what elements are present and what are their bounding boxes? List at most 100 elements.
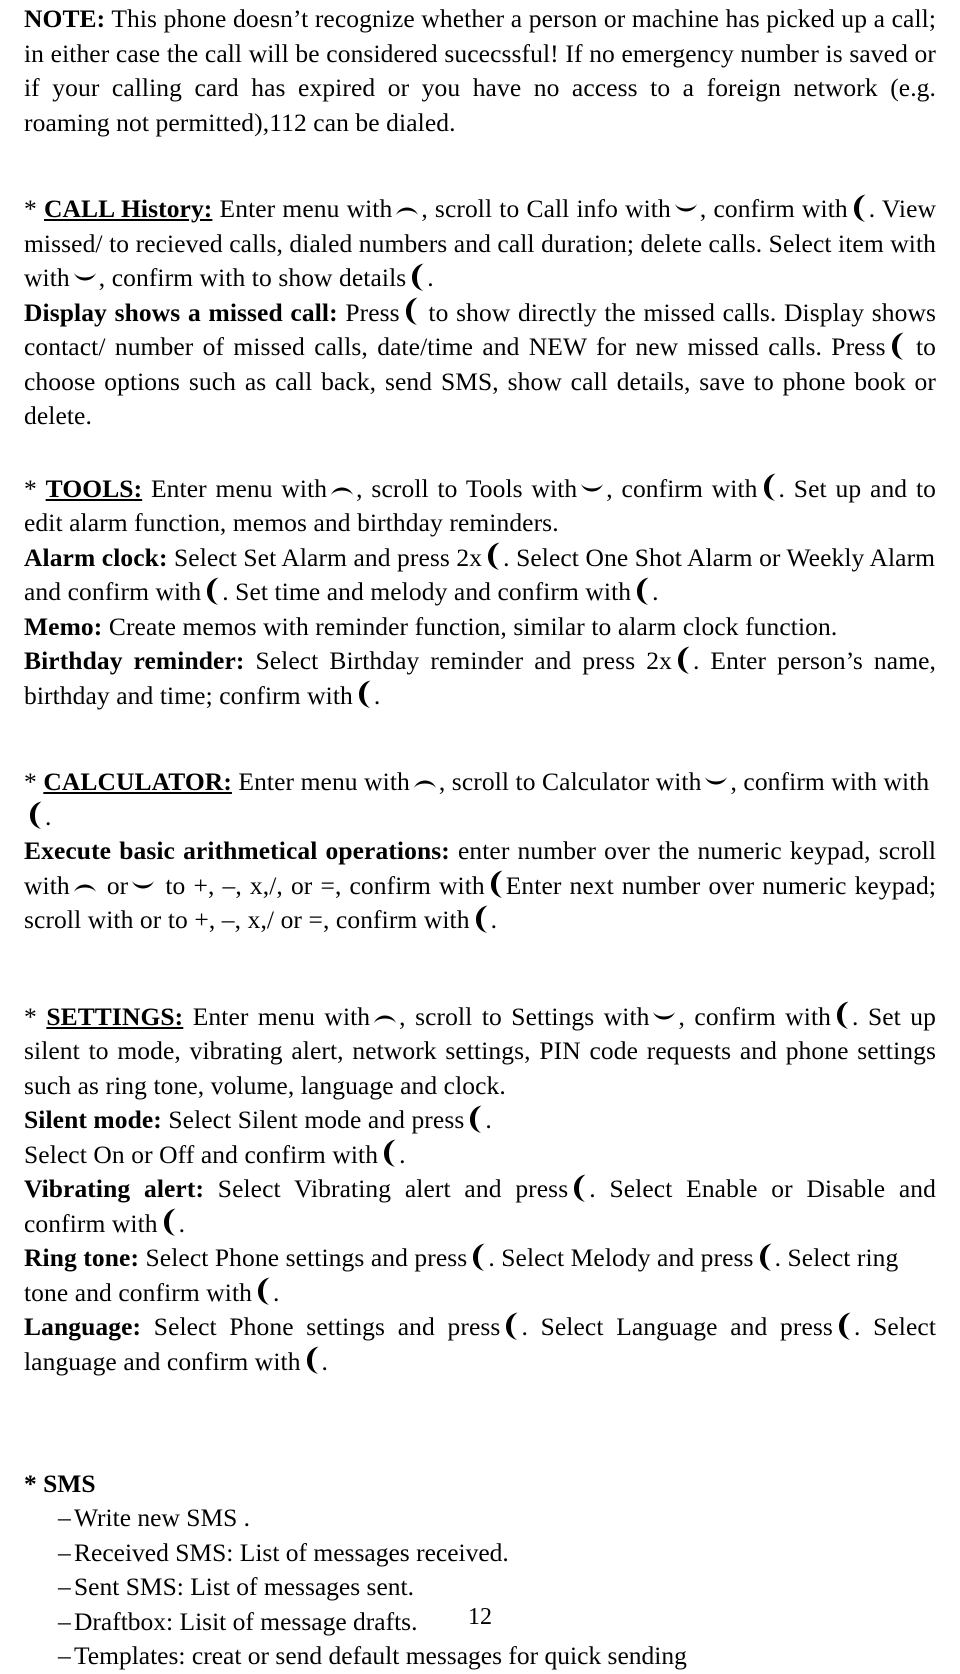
call-history-text-6: . [427,263,434,292]
settings-paragraph: * SETTINGS: Enter menu with , scroll to S… [24,1000,936,1104]
sms-section: * SMS – Write new SMS . – Received SMS: Li… [24,1467,936,1674]
list-item-label: Templates: creat or send default message… [74,1641,687,1670]
language-text-2: . Select Language and press [521,1312,833,1341]
scroll-down-key-icon [673,199,699,221]
call-history-text-3: , confirm with [699,194,848,223]
call-confirm-key-icon [356,679,373,709]
silent-text-2: . [485,1105,492,1134]
call-confirm-key-icon [503,1311,520,1341]
list-dash: – [58,1572,71,1601]
list-dash: – [58,1537,71,1567]
section-bullet: * [24,473,46,503]
section-bullet: * [24,767,44,796]
note-label: NOTE: [24,4,106,33]
vibrating-alert-label: Vibrating alert: [24,1174,205,1203]
tools-text-2: , scroll to Tools with [356,473,578,503]
calculator-text-4: . [45,801,52,831]
exec-text-2: or [98,870,129,900]
language-paragraph: Language: Select Phone settings and pres… [24,1310,936,1379]
execute-operations-label: Execute basic arithmetical operations: [24,836,450,865]
call-confirm-key-icon [161,1207,178,1237]
call-history-section: * CALL History: Enter menu with , scroll … [24,192,936,434]
manual-page: NOTE: This phone doesn’t recognize wheth… [0,0,960,1670]
call-confirm-key-icon [204,576,221,606]
tools-title: TOOLS: [45,473,143,503]
scroll-up-key-icon [412,771,438,793]
call-confirm-key-icon [834,1000,851,1030]
tools-paragraph: * TOOLS: Enter menu with , scroll to Tool… [24,472,936,541]
birthday-reminder-paragraph: Birthday reminder: Select Birthday remin… [24,644,936,713]
call-confirm-key-icon [470,1242,487,1272]
scroll-down-key-icon [579,479,605,501]
call-confirm-key-icon [757,1242,774,1272]
call-confirm-key-icon [255,1276,272,1306]
list-item-label: Write new SMS . [74,1503,251,1532]
settings-title: SETTINGS: [46,1001,184,1031]
vibrate-text-3: . [178,1208,186,1238]
missed-call-paragraph: Display shows a missed call: Press to sh… [24,296,936,434]
list-dash: – [58,1641,71,1670]
silent-mode-label: Silent mode: [24,1105,162,1134]
note-block: NOTE: This phone doesn’t recognize wheth… [24,0,936,140]
call-confirm-key-icon [27,800,44,830]
silent-mode-paragraph: Silent mode: Select Silent mode and pres… [24,1103,936,1138]
call-confirm-key-icon [761,472,778,502]
scroll-up-key-icon [72,875,98,897]
silent-text-1: Select Silent mode and press [161,1105,465,1134]
alarm-text-4: . [652,577,659,606]
list-item: – Received SMS: List of messages received… [24,1536,936,1571]
call-confirm-key-icon [571,1173,588,1203]
call-confirm-key-icon [304,1345,321,1375]
list-item: – Write new SMS . [24,1501,936,1536]
call-confirm-key-icon [381,1138,398,1168]
birthday-text-3: . [373,680,381,710]
scroll-down-key-icon [72,268,98,290]
sms-list: – Write new SMS . – Received SMS: List of … [24,1501,936,1674]
call-confirm-key-icon [467,1104,484,1134]
call-history-text-5: , confirm with to show details [98,263,407,292]
list-dash: – [58,1503,71,1532]
missed-call-label: Display shows a missed call: [24,297,338,327]
tools-section: * TOOLS: Enter menu with , scroll to Tool… [24,472,936,714]
settings-text-1: Enter menu with [183,1001,371,1031]
page-number: 12 [468,1604,492,1630]
call-confirm-key-icon [675,645,692,675]
calculator-title: CALCULATOR: [43,767,232,796]
calculator-paragraph: * CALCULATOR: Enter menu with , scroll to… [24,765,936,834]
call-confirm-key-icon [851,193,868,223]
scroll-down-key-icon [651,1007,677,1029]
missed-call-text-1: Press [337,297,400,327]
tools-text-3: , confirm with [606,473,758,503]
list-item: – Sent SMS: List of messages sent. [24,1570,936,1605]
language-text-1: Select Phone settings and press [141,1312,501,1341]
list-item-label: Received SMS: List of messages received. [74,1537,509,1567]
ring-tone-paragraph: Ring tone: Select Phone settings and pre… [24,1241,936,1310]
exec-text-5: . [490,905,498,934]
vibrate-text-1: Select Vibrating alert and press [204,1174,569,1203]
scroll-up-key-icon [329,478,355,500]
sms-heading: * SMS [24,1469,96,1498]
settings-text-3: , confirm with [678,1001,832,1031]
list-item-label: Sent SMS: List of messages sent. [74,1572,415,1601]
memo-paragraph: Memo: Create memos with reminder functio… [24,610,936,645]
call-confirm-key-icon [889,331,906,361]
call-history-title: CALL History: [43,194,213,223]
ring-text-4: . [273,1277,280,1307]
tools-text-1: Enter menu with [142,473,328,503]
execute-operations-paragraph: Execute basic arithmetical operations: e… [24,834,936,938]
silent-text-4: . [399,1139,406,1169]
calculator-text-3: , confirm with with [730,767,930,796]
alarm-text-3: . Set time and melody and confirm with [222,577,632,606]
silent-onoff-paragraph: Select On or Off and confirm with. [24,1138,936,1173]
language-text-4: . [321,1346,329,1376]
section-bullet: * [24,194,44,223]
call-confirm-key-icon [488,869,505,899]
scroll-up-key-icon [372,1006,398,1028]
call-history-paragraph: * CALL History: Enter menu with , scroll … [24,192,936,296]
section-bullet: * [24,1001,47,1031]
